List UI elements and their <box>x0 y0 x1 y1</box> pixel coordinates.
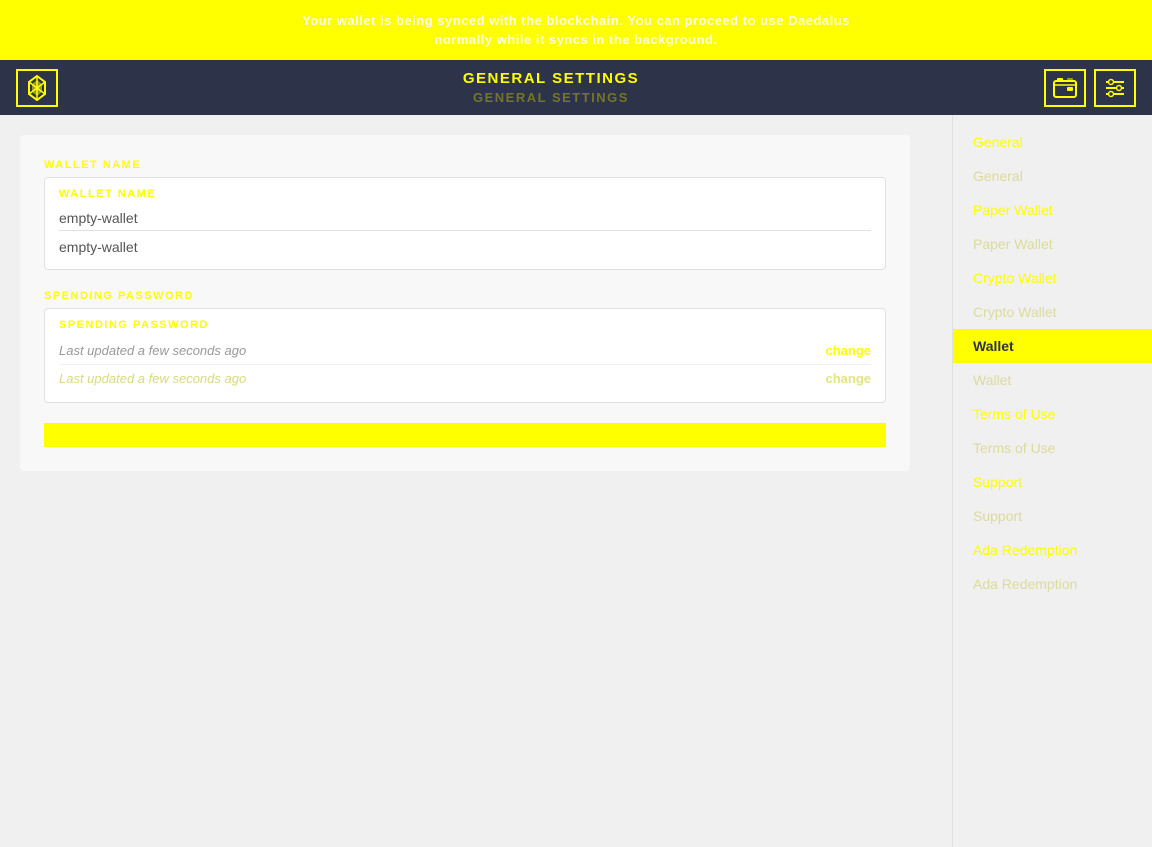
sidebar: General General Paper Wallet Paper Walle… <box>952 115 1152 847</box>
navbar-title2: GENERAL SETTINGS <box>473 89 629 107</box>
spending-password-inner-label: SPENDING PASSWORD <box>59 319 871 331</box>
sidebar-item-general-label: General <box>973 134 1023 150</box>
wallet-name-input2[interactable] <box>59 235 871 259</box>
main-layout: WALLET NAME WALLET NAME SPENDING PASSWOR… <box>0 115 1152 847</box>
sidebar-item-paper-wallet-shadow: Paper Wallet <box>953 227 1152 261</box>
spending-row-1-text: Last updated a few seconds ago <box>59 343 246 358</box>
wallet-name-inner-label: WALLET NAME <box>59 188 871 200</box>
save-button[interactable] <box>44 423 886 447</box>
spending-input-wrapper: SPENDING PASSWORD Last updated a few sec… <box>44 308 886 403</box>
sidebar-item-paper-wallet-label: Paper Wallet <box>973 202 1053 218</box>
wallet-name-input-wrapper: WALLET NAME <box>44 177 886 270</box>
spending-password-section: SPENDING PASSWORD SPENDING PASSWORD Last… <box>44 290 886 403</box>
wallet-name-input1[interactable] <box>59 206 871 231</box>
sidebar-item-crypto-wallet-label: Crypto Wallet <box>973 270 1057 286</box>
spending-row-2-text: Last updated a few seconds ago <box>59 371 246 386</box>
sidebar-item-crypto-wallet-shadow: Crypto Wallet <box>953 295 1152 329</box>
sidebar-item-support[interactable]: Support <box>953 465 1152 499</box>
sidebar-item-support-label: Support <box>973 474 1022 490</box>
content-area: WALLET NAME WALLET NAME SPENDING PASSWOR… <box>0 115 952 847</box>
navbar-actions <box>1044 69 1136 107</box>
spending-row-1: Last updated a few seconds ago change <box>59 337 871 365</box>
navbar-title1: GENERAL SETTINGS <box>463 68 639 89</box>
change-password-button-2[interactable]: change <box>825 371 871 386</box>
wallet-nav-button[interactable] <box>1044 69 1086 107</box>
sidebar-item-terms-shadow: Terms of Use <box>953 431 1152 465</box>
spending-row-2: Last updated a few seconds ago change <box>59 365 871 392</box>
sidebar-item-general-shadow: General <box>953 159 1152 193</box>
banner-text-line2: normally while it syncs in the backgroun… <box>434 30 717 50</box>
sidebar-item-wallet-label: Wallet <box>973 338 1014 354</box>
sidebar-item-wallet-shadow: Wallet <box>953 363 1152 397</box>
sidebar-item-general[interactable]: General <box>953 125 1152 159</box>
sidebar-item-wallet[interactable]: Wallet <box>953 329 1152 363</box>
spending-password-outer-label: SPENDING PASSWORD <box>44 290 886 302</box>
sidebar-item-crypto-wallet[interactable]: Crypto Wallet <box>953 261 1152 295</box>
wallet-name-section: WALLET NAME WALLET NAME <box>44 159 886 270</box>
sidebar-item-ada-redemption[interactable]: Ada Redemption <box>953 533 1152 567</box>
logo-icon[interactable] <box>16 69 58 107</box>
change-password-button-1[interactable]: change <box>825 343 871 358</box>
settings-nav-button[interactable] <box>1094 69 1136 107</box>
sidebar-item-paper-wallet[interactable]: Paper Wallet <box>953 193 1152 227</box>
top-banner: Your wallet is being synced with the blo… <box>0 0 1152 60</box>
logo-area <box>16 69 58 107</box>
banner-text-line1: Your wallet is being synced with the blo… <box>302 11 850 31</box>
settings-card: WALLET NAME WALLET NAME SPENDING PASSWOR… <box>20 135 910 471</box>
sidebar-item-support-shadow: Support <box>953 499 1152 533</box>
sidebar-item-ada-redemption-label: Ada Redemption <box>973 542 1077 558</box>
sidebar-item-terms-of-use[interactable]: Terms of Use <box>953 397 1152 431</box>
sidebar-item-ada-redemption-shadow: Ada Redemption <box>953 567 1152 601</box>
wallet-name-outer-label: WALLET NAME <box>44 159 886 171</box>
sidebar-item-terms-label: Terms of Use <box>973 406 1055 422</box>
navbar: GENERAL SETTINGS GENERAL SETTINGS <box>0 60 1152 115</box>
navbar-title-area: GENERAL SETTINGS GENERAL SETTINGS <box>58 68 1044 107</box>
